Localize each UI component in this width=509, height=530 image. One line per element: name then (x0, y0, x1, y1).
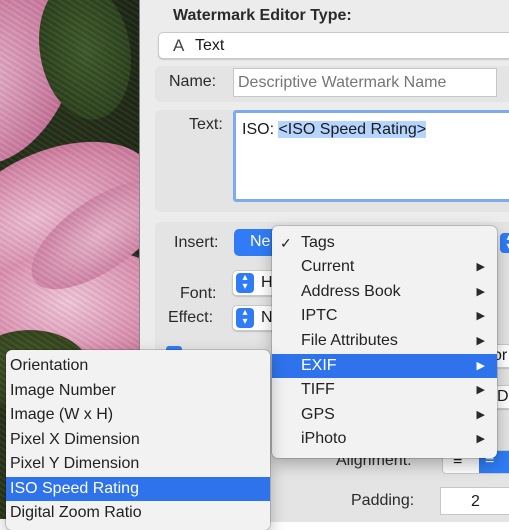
submenu-item-image-wxh[interactable]: Image (W x H) (6, 403, 270, 427)
submenu-item-orientation[interactable]: Orientation (6, 354, 270, 378)
insert-button-label: Ne (250, 233, 271, 250)
name-label: Name: (169, 73, 217, 90)
menu-item-gps[interactable]: GPS ▶ (272, 403, 497, 427)
menu-item-label: Digital Zoom Ratio (10, 504, 142, 521)
checkmark-icon: ✓ (280, 235, 292, 251)
submenu-item-image-number[interactable]: Image Number (6, 379, 270, 403)
watermark-text-field[interactable]: ISO: <ISO Speed Rating> (233, 110, 509, 202)
menu-item-label: Address Book (301, 283, 401, 300)
menu-item-tags[interactable]: ✓ Tags (272, 231, 497, 255)
effect-label: Effect: (168, 309, 214, 326)
submenu-arrow-icon: ▶ (476, 360, 485, 372)
popup-arrows-icon: ▴ ▾ (236, 308, 254, 328)
text-prefix: ISO: (242, 121, 279, 138)
submenu-arrow-icon: ▶ (476, 335, 485, 347)
insert-label: Insert: (174, 234, 219, 251)
editor-type-value: Text (195, 37, 225, 54)
text-type-icon: A (173, 36, 185, 55)
popup-arrows-icon: ▴ ▾ (236, 273, 254, 293)
menu-item-exif[interactable]: EXIF ▶ (272, 354, 497, 378)
menu-item-label: Current (301, 258, 355, 275)
padding-input[interactable]: 2 (440, 487, 509, 515)
menu-item-tiff[interactable]: TIFF ▶ (272, 378, 497, 402)
menu-item-label: Image Number (10, 382, 116, 399)
submenu-arrow-icon: ▶ (476, 286, 485, 298)
insert-menu: ✓ Tags Current ▶ Address Book ▶ IPTC ▶ F… (272, 226, 497, 458)
exif-submenu: Orientation Image Number Image (W x H) P… (6, 350, 270, 530)
submenu-arrow-icon: ▶ (476, 310, 485, 322)
submenu-item-digital-zoom-ratio[interactable]: Digital Zoom Ratio (6, 501, 270, 525)
effect-value: N (261, 309, 273, 326)
submenu-item-iso-speed-rating[interactable]: ISO Speed Rating (6, 477, 270, 501)
menu-item-label: Pixel Y Dimension (10, 455, 140, 472)
editor-type-heading: Watermark Editor Type: (173, 7, 352, 24)
font-label: Font: (180, 285, 217, 302)
menu-item-label: Tags (301, 234, 335, 251)
menu-item-label: Pixel X Dimension (10, 431, 140, 448)
submenu-arrow-icon: ▶ (476, 409, 485, 421)
text-label: Text: (189, 116, 223, 133)
menu-item-current[interactable]: Current ▶ (272, 255, 497, 279)
menu-item-iptc[interactable]: IPTC ▶ (272, 304, 497, 328)
clipped-text-2: D (497, 388, 509, 405)
menu-item-label: File Attributes (301, 332, 398, 349)
menu-item-label: IPTC (301, 307, 338, 324)
menu-item-file-attributes[interactable]: File Attributes ▶ (272, 329, 497, 353)
menu-item-address-book[interactable]: Address Book ▶ (272, 280, 497, 304)
menu-item-label: Orientation (10, 357, 89, 374)
font-value: H (261, 274, 273, 291)
menu-item-label: EXIF (301, 357, 337, 374)
menu-item-label: ISO Speed Rating (10, 480, 139, 497)
menu-item-label: TIFF (301, 381, 335, 398)
padding-label: Padding: (351, 492, 415, 509)
menu-item-label: iPhoto (301, 430, 347, 447)
submenu-item-pixel-y-dimension[interactable]: Pixel Y Dimension (6, 452, 270, 476)
submenu-item-pixel-x-dimension[interactable]: Pixel X Dimension (6, 428, 270, 452)
iso-speed-rating-token[interactable]: <ISO Speed Rating> (278, 121, 427, 138)
menu-item-label: Image (W x H) (10, 406, 114, 423)
submenu-arrow-icon: ▶ (476, 261, 485, 273)
editor-type-popup[interactable]: A Text (158, 32, 509, 59)
stepper-arrows-icon[interactable]: ▴▾ (500, 233, 509, 253)
menu-item-iphoto[interactable]: iPhoto ▶ (272, 427, 497, 451)
menu-item-label: GPS (301, 406, 335, 423)
name-input[interactable] (233, 68, 497, 97)
submenu-arrow-icon: ▶ (476, 384, 485, 396)
submenu-arrow-icon: ▶ (476, 433, 485, 445)
padding-value: 2 (471, 493, 480, 510)
